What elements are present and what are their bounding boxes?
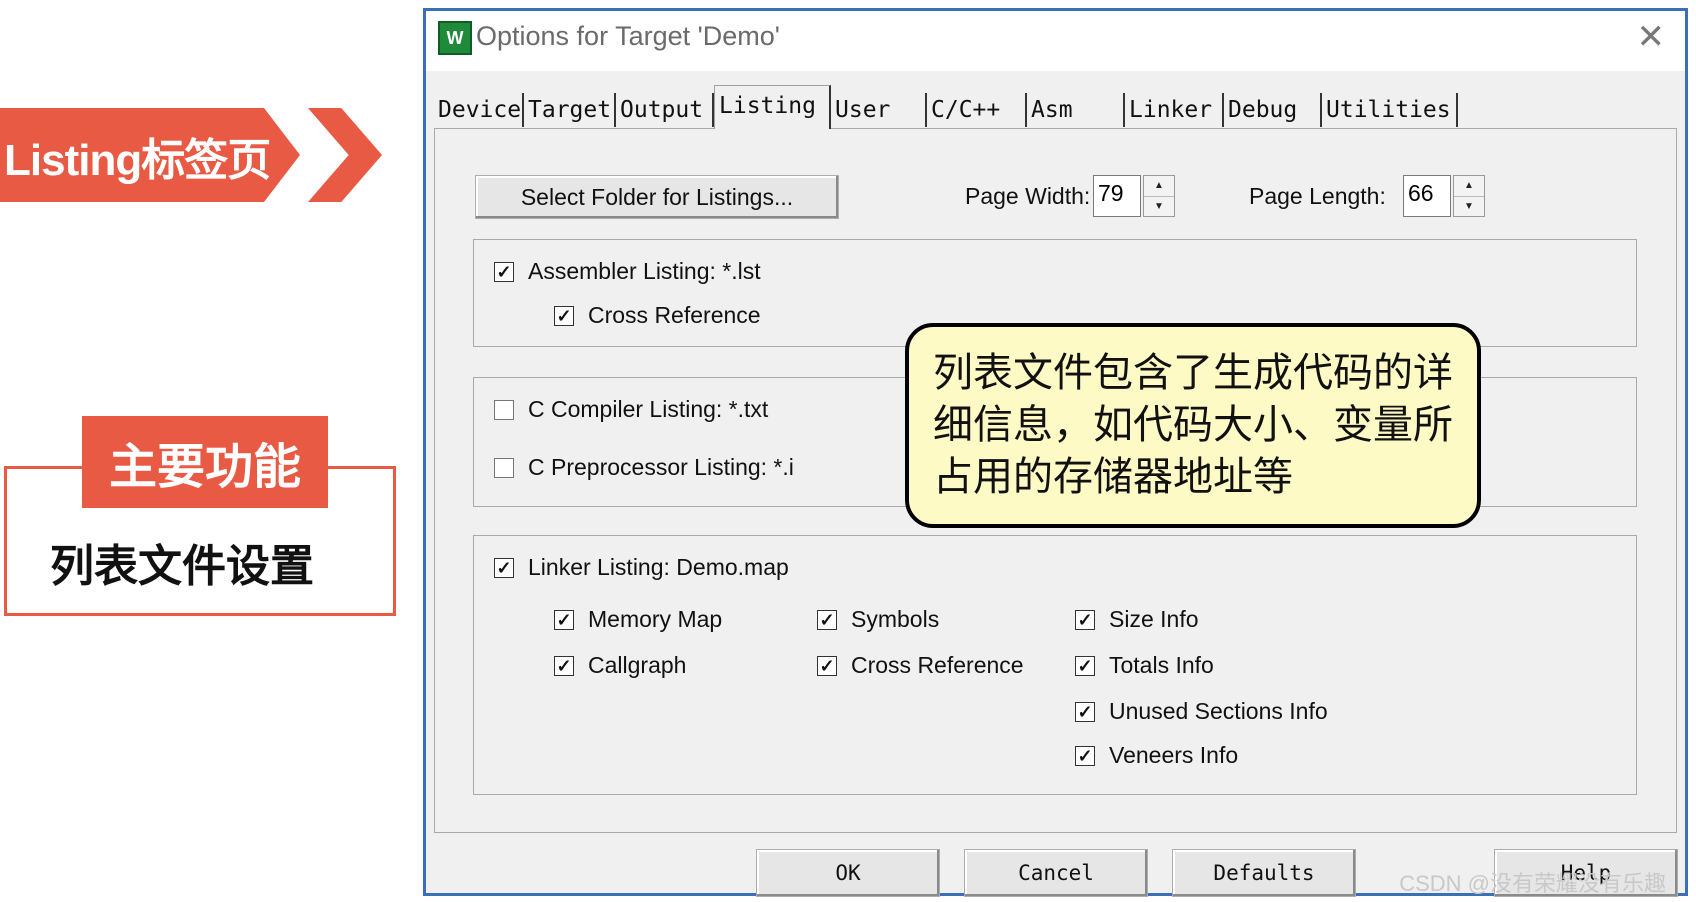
tab-output[interactable]: Output [616,93,714,127]
defaults-button[interactable]: Defaults [1172,849,1356,897]
linker-cross-reference-checkbox[interactable]: ✓ Cross Reference [817,652,1024,679]
checkbox-unchecked-icon [494,457,514,478]
checkbox-checked-icon: ✓ [554,609,574,630]
chevron-right-icon [308,108,382,202]
dialog-title: Options for Target 'Demo' [476,21,780,51]
function-description: 列表文件设置 [50,542,314,591]
tab-utilities[interactable]: Utilities [1322,93,1458,127]
keil-app-icon: W [438,21,472,55]
checkbox-checked-icon: ✓ [494,261,514,282]
checkbox-checked-icon: ✓ [554,305,574,326]
page-length-input[interactable]: 66 [1403,175,1451,217]
page-length-label: Page Length: [1249,183,1386,209]
checkbox-checked-icon: ✓ [817,609,837,630]
close-icon[interactable]: ✕ [1637,17,1666,57]
page-width-input[interactable]: 79 [1093,175,1141,217]
memory-map-checkbox[interactable]: ✓ Memory Map [554,606,722,633]
size-info-checkbox[interactable]: ✓ Size Info [1075,606,1199,633]
checkbox-unchecked-icon [494,399,514,420]
checkbox-checked-icon: ✓ [817,655,837,676]
c-preprocessor-listing-checkbox[interactable]: C Preprocessor Listing: *.i [494,454,794,481]
tab-asm[interactable]: Asm [1027,93,1125,127]
ok-button[interactable]: OK [756,849,940,897]
callout-note: 列表文件包含了生成代码的详细信息，如代码大小、变量所占用的存储器地址等 [905,323,1481,528]
checkbox-checked-icon: ✓ [1075,745,1095,766]
checkbox-checked-icon: ✓ [1075,701,1095,722]
linker-listing-checkbox[interactable]: ✓ Linker Listing: Demo.map [494,554,789,581]
veneers-info-checkbox[interactable]: ✓ Veneers Info [1075,742,1238,769]
symbols-checkbox[interactable]: ✓ Symbols [817,606,939,633]
tab-user[interactable]: User [831,93,927,127]
checkbox-checked-icon: ✓ [1075,609,1095,630]
linker-group: ✓ Linker Listing: Demo.map ✓ Memory Map … [473,535,1637,795]
select-folder-button[interactable]: Select Folder for Listings... [475,175,839,219]
asm-cross-reference-checkbox[interactable]: ✓ Cross Reference [554,302,761,329]
tab-debug[interactable]: Debug [1224,93,1322,127]
tab-listing[interactable]: Listing [714,85,831,129]
title-bar[interactable]: W Options for Target 'Demo' ✕ [426,11,1685,71]
checkbox-checked-icon: ✓ [494,557,514,578]
watermark: CSDN @没有荣耀没有乐趣 [1399,871,1666,896]
c-compiler-listing-checkbox[interactable]: C Compiler Listing: *.txt [494,396,768,423]
page-width-label: Page Width: [965,183,1091,209]
tab-target[interactable]: Target [524,93,616,127]
banner-label: Listing标签页 [4,136,271,185]
checkbox-checked-icon: ✓ [1075,655,1095,676]
tab-device[interactable]: Device [434,93,524,127]
assembler-listing-checkbox[interactable]: ✓ Assembler Listing: *.lst [494,258,761,285]
page-length-spinner[interactable]: ▲ ▼ [1453,175,1485,217]
tab-linker[interactable]: Linker [1125,93,1224,127]
callgraph-checkbox[interactable]: ✓ Callgraph [554,652,686,679]
checkbox-checked-icon: ✓ [554,655,574,676]
unused-sections-info-checkbox[interactable]: ✓ Unused Sections Info [1075,698,1328,725]
totals-info-checkbox[interactable]: ✓ Totals Info [1075,652,1214,679]
page-width-spinner[interactable]: ▲ ▼ [1143,175,1175,217]
tab-c-cpp[interactable]: C/C++ [927,93,1027,127]
cancel-button[interactable]: Cancel [964,849,1148,897]
function-tag: 主要功能 [82,416,328,508]
